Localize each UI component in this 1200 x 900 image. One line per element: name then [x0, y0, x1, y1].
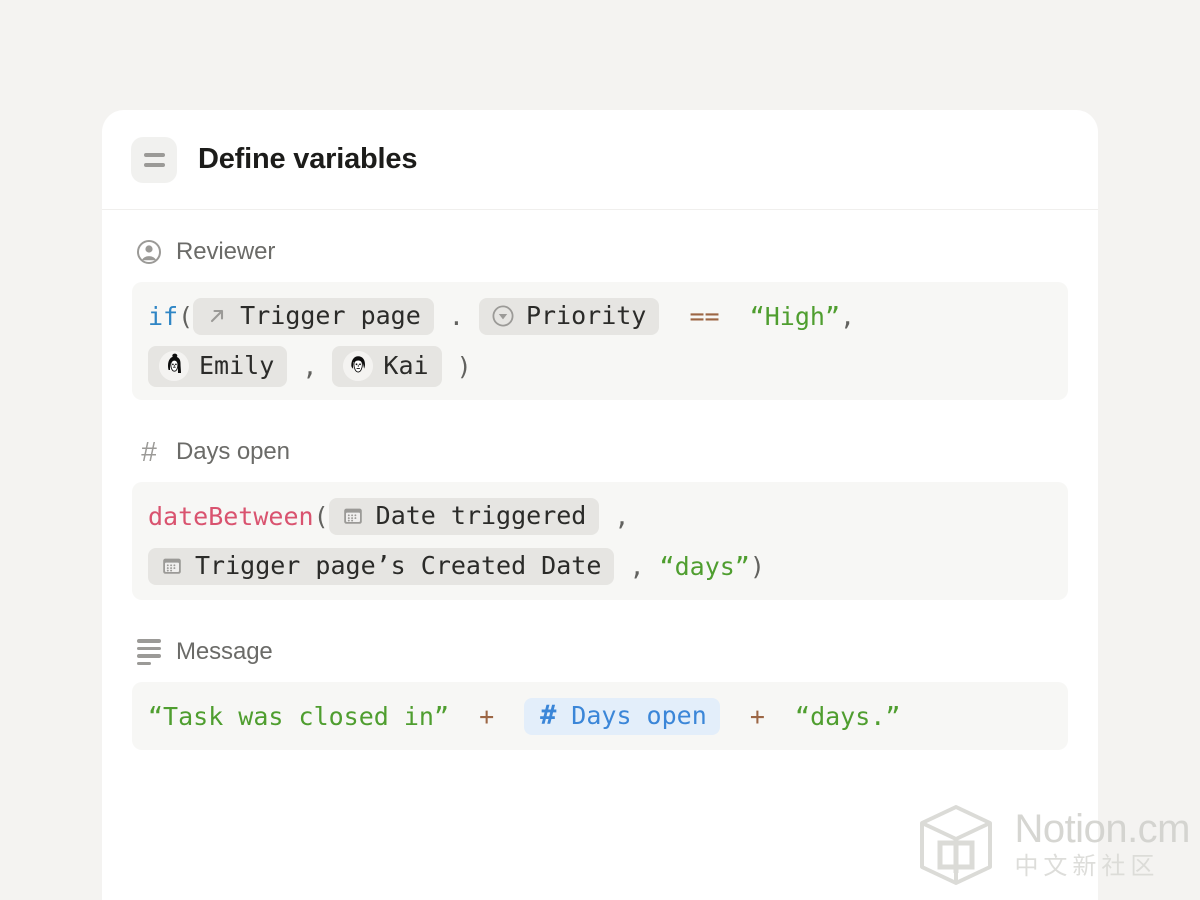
property-pill-date-triggered[interactable]: Date triggered — [328, 497, 600, 535]
hash-icon: # — [141, 436, 157, 467]
formula-line: dateBetween (Date triggered , — [148, 493, 1052, 539]
formula-token-operator: + — [449, 701, 525, 731]
page-title: Define variables — [198, 143, 418, 175]
screen-root: Define variables Reviewer if (Trigger p… — [0, 0, 1200, 900]
formula-token-paren: ( — [178, 301, 194, 331]
card-header: Define variables — [102, 110, 1098, 210]
formula-token-operator: + — [719, 701, 796, 731]
person-pill-emily[interactable]: Emily — [148, 345, 288, 387]
define-variables-card: Define variables Reviewer if (Trigger p… — [102, 110, 1098, 900]
equals-icon[interactable] — [131, 136, 177, 183]
variables-list: Reviewer if ( Trigger page . Priority ==… — [102, 210, 1098, 750]
pill-label: Emily — [199, 351, 275, 380]
variable-label-message: Message — [132, 638, 1068, 666]
pill-label: Trigger page’s Created Date — [195, 551, 602, 580]
property-pill-created-date[interactable]: Trigger page’s Created Date — [148, 547, 615, 585]
variable-pill-days-open[interactable]: # Days open — [524, 697, 720, 735]
select-circle-icon — [490, 303, 516, 329]
formula-token-paren: ) — [749, 551, 765, 581]
formula-editor-message[interactable]: “Task was closed in” + # Days open + “da… — [132, 682, 1068, 750]
formula-token-comma: , — [614, 551, 660, 581]
variable-name-days-open: Days open — [176, 438, 290, 465]
formula-token-string: “days” — [659, 551, 750, 581]
formula-token-operator: == — [659, 301, 750, 331]
variable-name-message: Message — [176, 638, 273, 665]
calendar-icon — [159, 553, 185, 579]
formula-token-function: dateBetween — [148, 501, 314, 531]
formula-token-string: “days.” — [795, 701, 901, 731]
pill-label: Days open — [571, 701, 707, 730]
formula-line: Trigger page’s Created Date , “days” ) — [148, 543, 1052, 589]
arrow-up-right-icon — [204, 303, 230, 329]
formula-token-comma: , — [287, 351, 333, 381]
formula-token-function: if — [148, 301, 179, 331]
variable-block-message: Message “Task was closed in” + # Days op… — [132, 638, 1068, 750]
formula-token-comma: , — [599, 501, 630, 531]
property-pill-trigger-page[interactable]: Trigger page — [193, 297, 434, 335]
formula-editor-reviewer[interactable]: if ( Trigger page . Priority == “High” ,… — [132, 282, 1068, 400]
hash-blue-icon: # — [540, 700, 557, 731]
variable-block-reviewer: Reviewer if ( Trigger page . Priority ==… — [132, 238, 1068, 400]
pill-label: Priority — [525, 301, 647, 330]
person-pill-kai[interactable]: Kai — [332, 345, 442, 387]
formula-line: “Task was closed in” + # Days open + “da… — [148, 693, 1052, 739]
pill-label: Trigger page — [240, 301, 421, 330]
formula-token-paren: ) — [441, 351, 472, 381]
formula-editor-days-open[interactable]: dateBetween (Date triggered , Trigger p… — [132, 482, 1068, 600]
calendar-icon — [340, 503, 366, 529]
pill-label: Date triggered — [375, 501, 587, 530]
formula-line: Emily , Kai) — [148, 343, 1052, 389]
property-pill-priority[interactable]: Priority — [478, 297, 660, 335]
variable-block-days-open: # Days open dateBetween (Date triggered… — [132, 438, 1068, 600]
formula-token-string: “High” — [749, 301, 840, 331]
person-circle-icon — [136, 239, 162, 265]
formula-token-dot: . — [433, 301, 479, 331]
variable-label-days-open: # Days open — [132, 438, 1068, 466]
variable-label-reviewer: Reviewer — [132, 238, 1068, 266]
formula-token-string: “Task was closed in” — [148, 701, 450, 731]
formula-line: if ( Trigger page . Priority == “High” , — [148, 293, 1052, 339]
avatar-kai — [343, 350, 374, 381]
avatar-emily — [159, 350, 189, 381]
formula-token-paren: ( — [313, 501, 329, 531]
text-lines-icon — [136, 639, 162, 665]
formula-token-comma: , — [840, 301, 856, 331]
pill-label: Kai — [383, 351, 429, 380]
variable-name-reviewer: Reviewer — [176, 238, 276, 265]
